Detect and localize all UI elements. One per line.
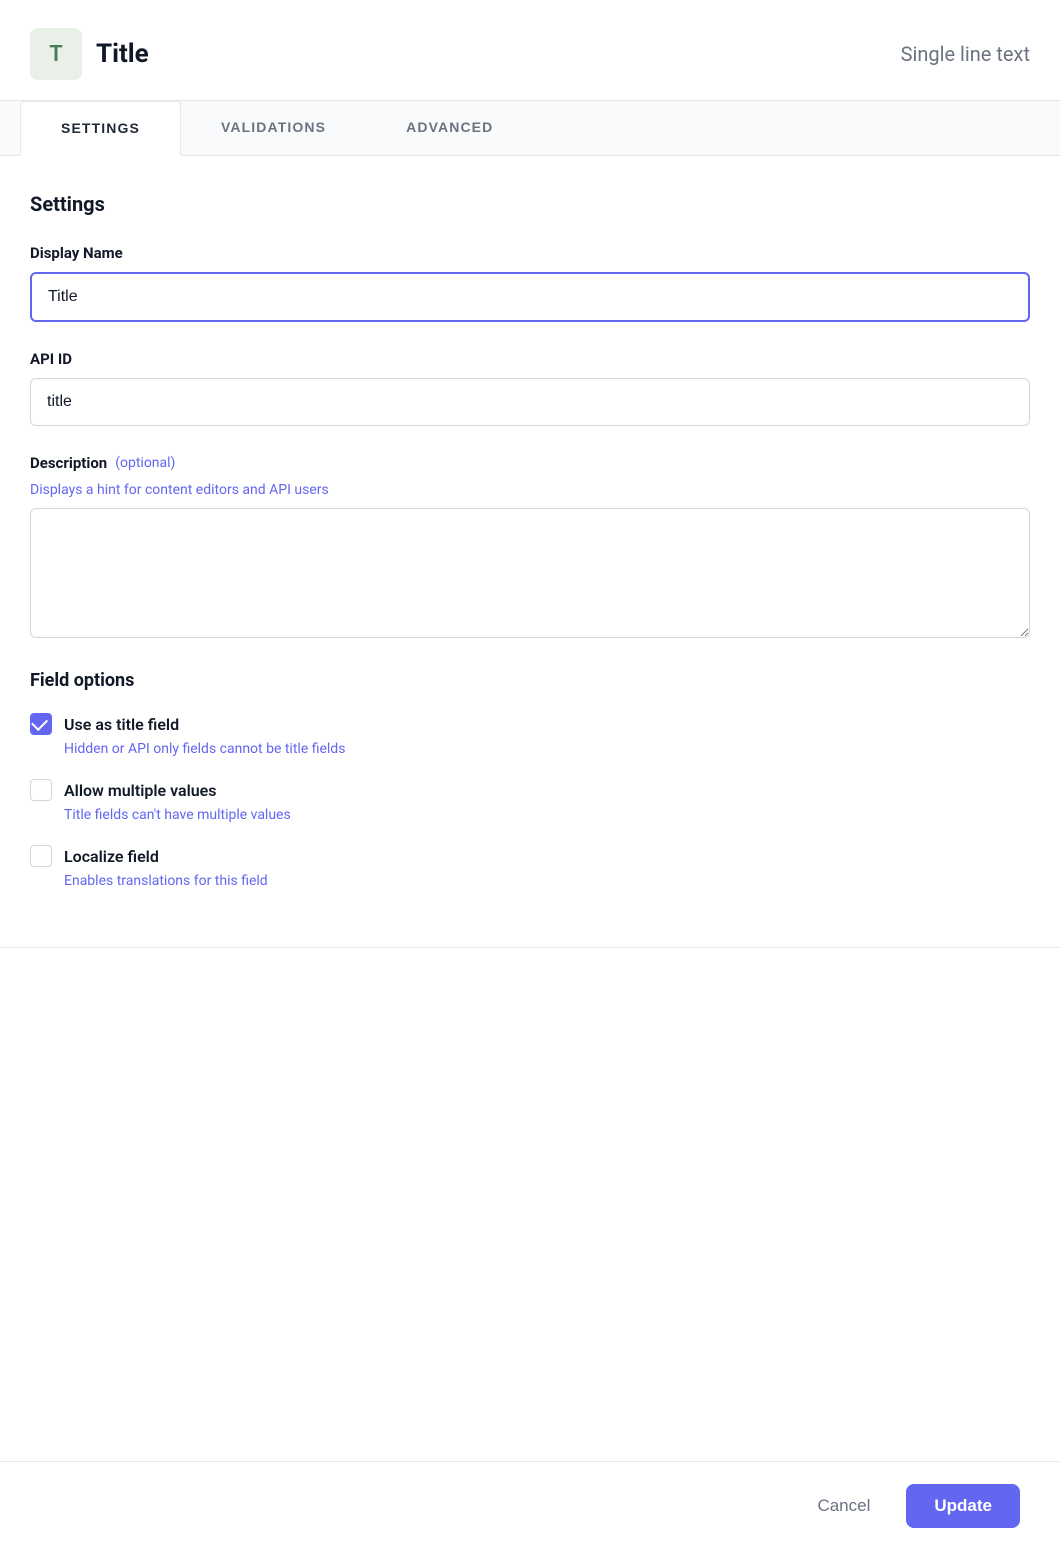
settings-section-title: Settings — [30, 192, 1030, 216]
api-id-input[interactable] — [30, 378, 1030, 426]
allow-multiple-checkbox[interactable] — [30, 779, 52, 801]
tabs-container: SETTINGS VALIDATIONS ADVANCED — [0, 101, 1060, 156]
option-use-as-title: Use as title field Hidden or API only fi… — [30, 713, 1030, 757]
description-hint: Displays a hint for content editors and … — [30, 482, 1030, 498]
cancel-button[interactable]: Cancel — [801, 1486, 886, 1526]
field-type-label: Single line text — [901, 42, 1030, 66]
use-as-title-description: Hidden or API only fields cannot be titl… — [64, 741, 1030, 757]
footer: Cancel Update — [0, 1461, 1060, 1550]
tab-advanced[interactable]: ADVANCED — [366, 101, 533, 155]
field-options-section: Field options Use as title field Hidden … — [30, 670, 1030, 889]
use-as-title-label: Use as title field — [64, 715, 179, 734]
field-options-title: Field options — [30, 670, 1030, 691]
header: T Title Single line text — [0, 0, 1060, 101]
display-name-input[interactable] — [30, 272, 1030, 322]
description-textarea[interactable] — [30, 508, 1030, 638]
localize-field-description: Enables translations for this field — [64, 873, 1030, 889]
api-id-label: API ID — [30, 350, 1030, 368]
display-name-label: Display Name — [30, 244, 1030, 262]
tab-settings[interactable]: SETTINGS — [20, 101, 181, 156]
option-allow-multiple: Allow multiple values Title fields can't… — [30, 779, 1030, 823]
tab-validations[interactable]: VALIDATIONS — [181, 101, 366, 155]
page-title: Title — [96, 39, 149, 69]
optional-label: (optional) — [115, 455, 175, 471]
footer-divider — [0, 947, 1060, 948]
description-group: Description (optional) Displays a hint f… — [30, 454, 1030, 642]
localize-field-checkbox[interactable] — [30, 845, 52, 867]
settings-content: Settings Display Name API ID Description… — [0, 156, 1060, 947]
update-button[interactable]: Update — [906, 1484, 1020, 1528]
option-use-as-title-header: Use as title field — [30, 713, 1030, 735]
option-allow-multiple-header: Allow multiple values — [30, 779, 1030, 801]
allow-multiple-label: Allow multiple values — [64, 781, 217, 800]
allow-multiple-description: Title fields can't have multiple values — [64, 807, 1030, 823]
localize-field-label: Localize field — [64, 847, 159, 866]
display-name-group: Display Name — [30, 244, 1030, 322]
use-as-title-checkbox[interactable] — [30, 713, 52, 735]
header-left: T Title — [30, 28, 149, 80]
api-id-group: API ID — [30, 350, 1030, 426]
field-type-icon: T — [30, 28, 82, 80]
option-localize-header: Localize field — [30, 845, 1030, 867]
option-localize-field: Localize field Enables translations for … — [30, 845, 1030, 889]
description-label: Description (optional) — [30, 454, 1030, 472]
